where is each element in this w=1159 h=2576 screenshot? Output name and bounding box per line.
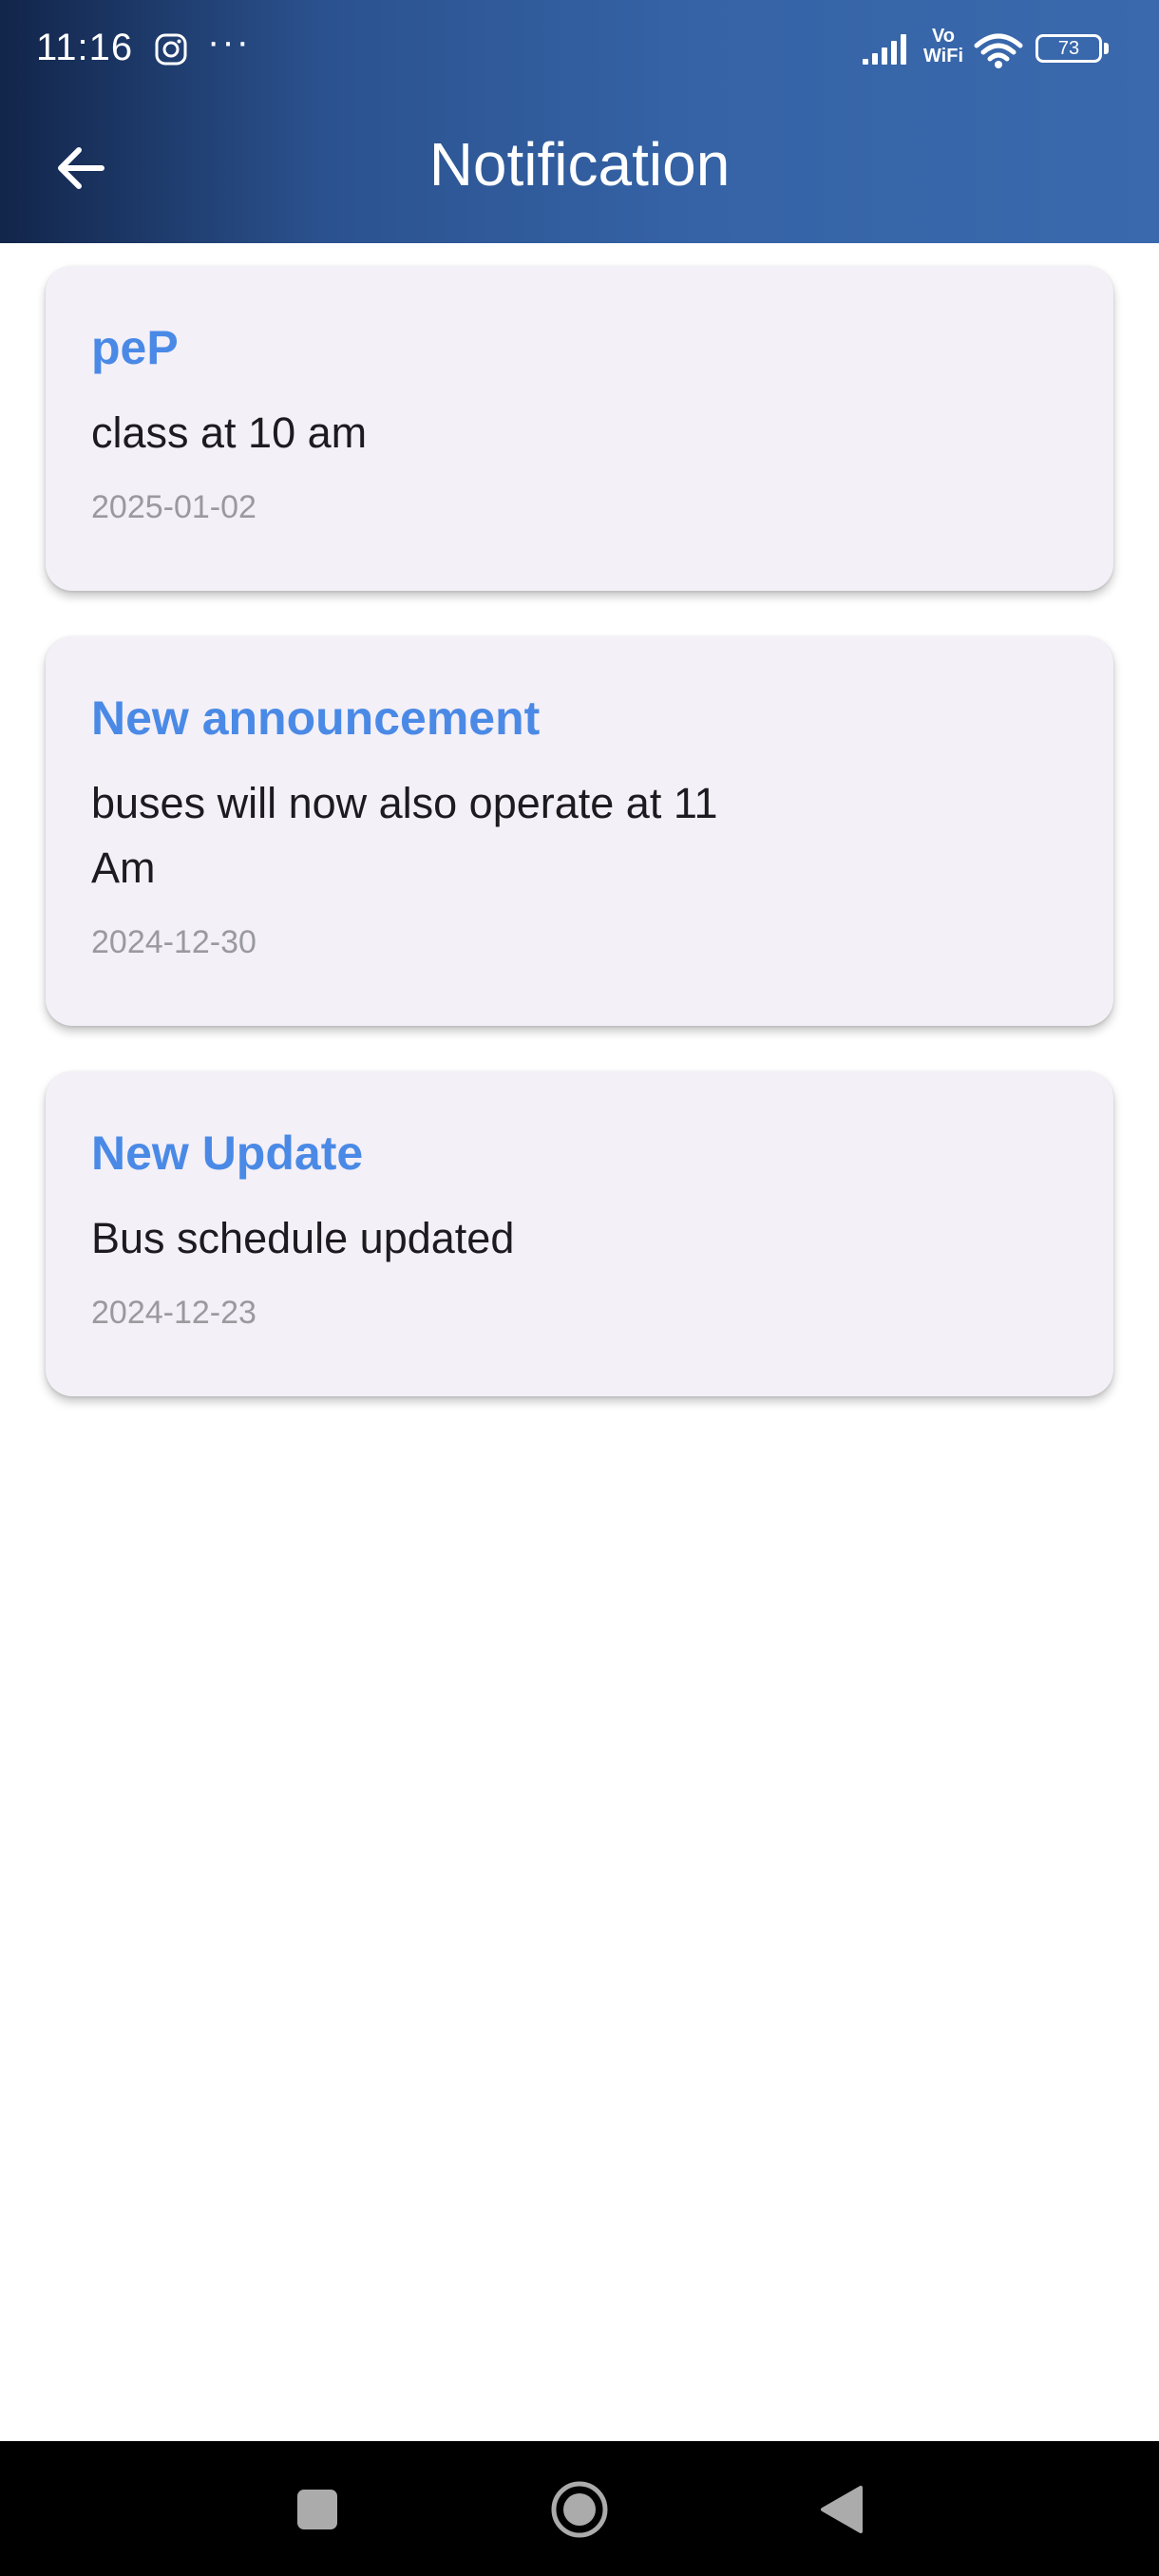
battery-level: 73 [1036,34,1102,63]
navigation-bar [0,2441,1159,2576]
battery-tip [1104,43,1109,54]
home-button[interactable] [549,2479,610,2540]
signal-icon [863,34,906,65]
page-title: Notification [428,130,731,199]
wifi-icon [974,33,1023,68]
toolbar: Notification [0,99,1159,243]
notification-date: 2024-12-30 [91,924,256,960]
home-circle-icon [551,2481,608,2538]
notification-message: Bus schedule updated [91,1214,515,1262]
notification-date: 2024-12-23 [91,1295,256,1331]
notification-title: peP [91,321,179,374]
nav-back-button[interactable] [811,2479,872,2540]
battery-icon: 73 [1036,34,1110,65]
status-time: 11:16 [36,27,134,68]
app-header: 11:16 ··· Vo WiFi 73 Notification [0,0,1159,243]
notification-date: 2025-01-02 [91,489,256,525]
vowifi-label-top: Vo [931,26,956,47]
recents-square-icon [297,2490,337,2529]
instagram-icon [155,33,187,66]
vowifi-icon: Vo WiFi [920,27,967,66]
back-triangle-icon [821,2486,863,2533]
more-dots-icon: ··· [207,21,251,63]
status-bar: 11:16 ··· Vo WiFi 73 [0,0,1159,99]
notification-card[interactable]: New announcement buses will now also ope… [46,636,1113,1026]
notification-card[interactable]: New Update Bus schedule updated 2024-12-… [46,1071,1113,1396]
notification-message: class at 10 am [91,408,368,457]
notification-card[interactable]: peP class at 10 am 2025-01-02 [46,266,1113,591]
notification-title: New announcement [91,691,541,745]
notification-title: New Update [91,1127,364,1180]
notification-screen: 11:16 ··· Vo WiFi 73 Notification peP cl… [0,0,1159,2576]
vowifi-label-bottom: WiFi [922,46,964,66]
notification-message: buses will now also operate at 11 Am [91,779,718,892]
recents-button[interactable] [287,2479,348,2540]
notification-list: peP class at 10 am 2025-01-02 New announ… [46,266,1113,1442]
